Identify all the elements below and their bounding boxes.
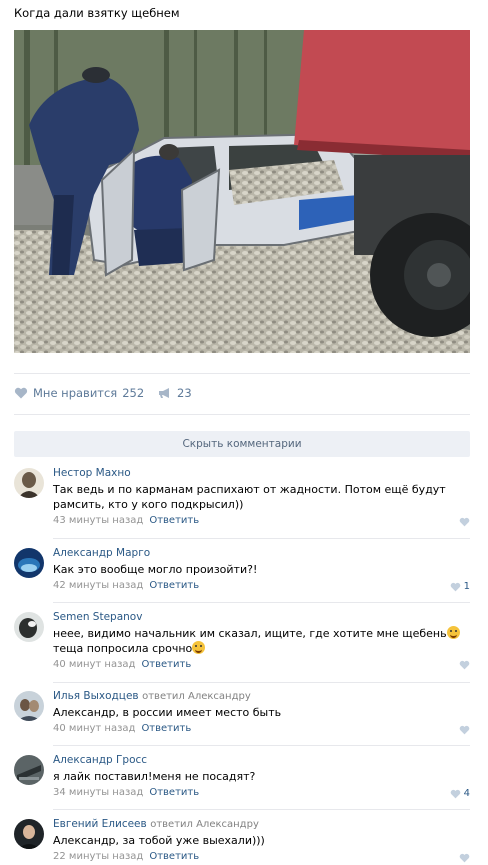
reply-button[interactable]: Ответить bbox=[141, 659, 191, 670]
comment-author[interactable]: Semen Stepanov bbox=[53, 611, 142, 623]
comment-like-button[interactable] bbox=[459, 725, 470, 735]
heart-icon bbox=[14, 387, 28, 399]
comment-like-button[interactable] bbox=[459, 517, 470, 527]
reply-button[interactable]: Ответить bbox=[149, 515, 199, 526]
avatar[interactable] bbox=[14, 548, 44, 578]
comment-author[interactable]: Илья Выходцев bbox=[53, 690, 139, 702]
hide-comments-button[interactable]: Скрыть комментарии bbox=[14, 431, 470, 457]
comment-author[interactable]: Александр Марго bbox=[53, 547, 150, 559]
reply-button[interactable]: Ответить bbox=[149, 787, 199, 798]
comment-text-line: Так ведь и по карманам распихают от жадн… bbox=[53, 483, 446, 496]
divider bbox=[53, 745, 470, 746]
post-photo[interactable] bbox=[14, 30, 470, 353]
heart-icon bbox=[459, 517, 470, 527]
laughing-emoji-icon bbox=[446, 626, 460, 639]
comment-text-line: Александр, в россии имеет место быть bbox=[53, 706, 282, 719]
avatar[interactable] bbox=[14, 612, 44, 642]
divider bbox=[14, 373, 470, 374]
reply-to[interactable]: ответил Александру bbox=[142, 691, 251, 702]
heart-icon bbox=[459, 660, 470, 670]
heart-icon bbox=[450, 789, 460, 798]
comment-time[interactable]: 43 минуты назад bbox=[53, 515, 143, 526]
tongue-emoji-icon bbox=[192, 641, 206, 654]
avatar[interactable] bbox=[14, 755, 44, 785]
reply-button[interactable]: Ответить bbox=[149, 851, 199, 862]
comment-author[interactable]: Евгений Елисеев bbox=[53, 818, 147, 830]
post-title: Когда дали взятку щебнем bbox=[14, 6, 180, 20]
divider bbox=[53, 809, 470, 810]
comment-like-count: 1 bbox=[463, 581, 470, 592]
reply-button[interactable]: Ответить bbox=[149, 580, 199, 591]
divider bbox=[53, 538, 470, 539]
heart-icon bbox=[459, 725, 470, 735]
comment-time[interactable]: 34 минуты назад bbox=[53, 787, 143, 798]
divider bbox=[14, 414, 470, 415]
avatar[interactable] bbox=[14, 691, 44, 721]
comment-text-line: я лайк поставил!меня не посадят? bbox=[53, 770, 256, 783]
like-label: Мне нравится bbox=[33, 386, 118, 400]
comment-text-line: рамсить, кто у кого подкрысил)) bbox=[53, 498, 244, 511]
like-button[interactable]: Мне нравится 252 bbox=[14, 386, 144, 400]
comment-like-button[interactable] bbox=[459, 853, 470, 863]
comment-text-line: Как это вообще могло произойти?! bbox=[53, 563, 258, 576]
comment-time[interactable]: 40 минут назад bbox=[53, 723, 135, 734]
photo-illustration bbox=[14, 30, 470, 353]
reply-button[interactable]: Ответить bbox=[141, 723, 191, 734]
comment-time[interactable]: 22 минуты назад bbox=[53, 851, 143, 862]
comment-text-line: неее, видимо начальник им сказал, ищите,… bbox=[53, 627, 447, 640]
comment-time[interactable]: 42 минуты назад bbox=[53, 580, 143, 591]
comment-text-line: Александр, за тобой уже выехали))) bbox=[53, 834, 265, 847]
comment-like-button[interactable] bbox=[459, 660, 470, 670]
share-count: 23 bbox=[177, 386, 192, 400]
comment-like-button[interactable]: 4 bbox=[450, 788, 470, 799]
comment-text-line: теща попросила срочно bbox=[53, 642, 193, 655]
like-count: 252 bbox=[122, 386, 145, 400]
comment-author[interactable]: Нестор Махно bbox=[53, 467, 131, 479]
reply-to[interactable]: ответил Александру bbox=[150, 819, 259, 830]
comment-like-button[interactable]: 1 bbox=[450, 581, 470, 592]
share-button[interactable]: 23 bbox=[158, 386, 192, 400]
megaphone-icon bbox=[159, 388, 169, 398]
comment-author[interactable]: Александр Гросс bbox=[53, 754, 147, 766]
heart-icon bbox=[459, 853, 470, 863]
avatar[interactable] bbox=[14, 819, 44, 849]
divider bbox=[53, 602, 470, 603]
comment-like-count: 4 bbox=[463, 788, 470, 799]
heart-icon bbox=[450, 582, 460, 591]
avatar[interactable] bbox=[14, 468, 44, 498]
comment-time[interactable]: 40 минут назад bbox=[53, 659, 135, 670]
divider bbox=[53, 682, 470, 683]
